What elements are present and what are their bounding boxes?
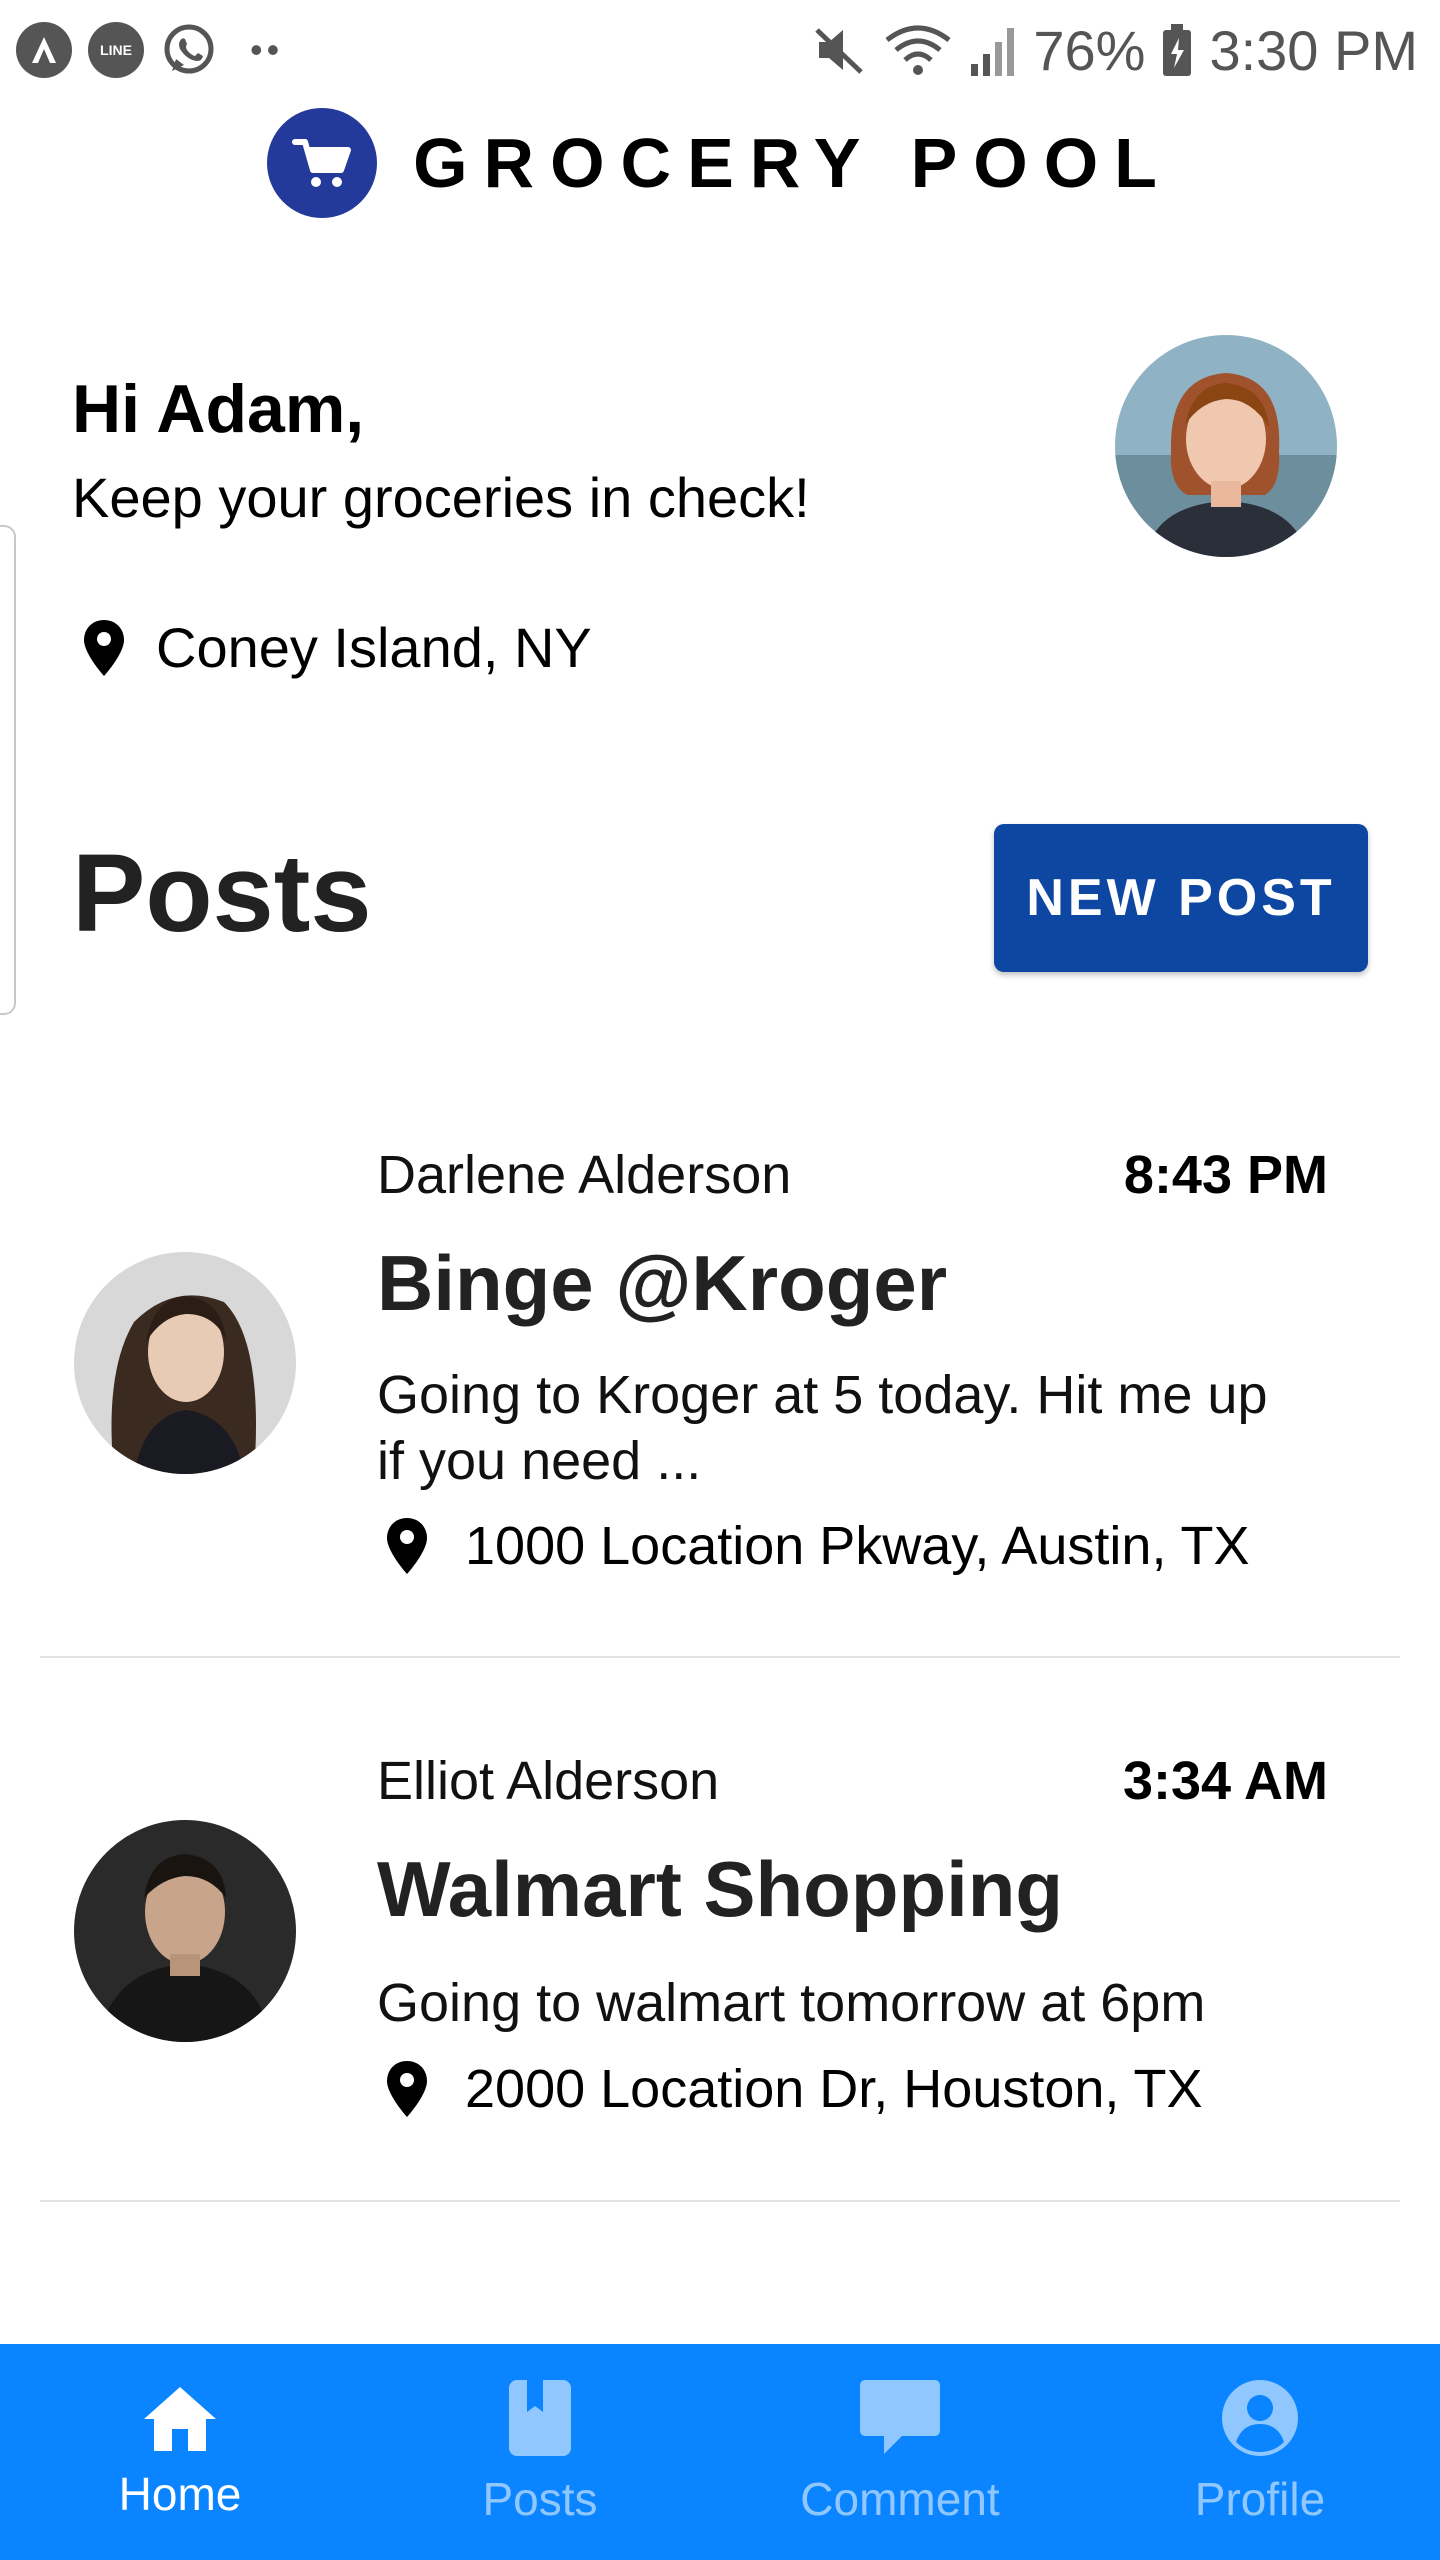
- battery-percent: 76%: [1033, 18, 1146, 82]
- a-icon: [16, 22, 72, 78]
- posts-heading: Posts: [72, 832, 372, 955]
- post-location-text: 2000 Location Dr, Houston, TX: [465, 2059, 1203, 2119]
- bottom-nav: Home Posts Comment Profile: [0, 2344, 1440, 2560]
- bookmark-icon: [507, 2378, 573, 2458]
- line-icon: LINE: [88, 22, 144, 78]
- side-drawer-handle[interactable]: [0, 525, 16, 1015]
- status-right: 76% 3:30 PM: [811, 18, 1418, 83]
- home-icon: [140, 2383, 220, 2453]
- nav-item-home[interactable]: Home: [0, 2344, 360, 2560]
- nav-item-comment[interactable]: Comment: [720, 2344, 1080, 2560]
- post-location-text: 1000 Location Pkway, Austin, TX: [465, 1516, 1250, 1576]
- location-pin-icon: [387, 1518, 427, 1574]
- post-time: 8:43 PM: [1123, 1145, 1328, 1205]
- status-bar: LINE •• 76% 3:30 PM: [0, 0, 1440, 100]
- more-notifications-icon: ••: [250, 29, 284, 70]
- post-body: Going to Kroger at 5 today. Hit me up if…: [377, 1365, 1268, 1491]
- nav-label-profile: Profile: [1194, 2473, 1326, 2525]
- post-author-avatar[interactable]: [74, 1252, 296, 1474]
- post-author-name: Elliot Alderson: [377, 1751, 720, 1811]
- wifi-icon: [883, 22, 953, 78]
- app-header: GROCERY POOL: [0, 98, 1440, 228]
- svg-text:LINE: LINE: [100, 42, 132, 58]
- new-post-button[interactable]: NEW POST: [994, 824, 1368, 972]
- nav-item-posts[interactable]: Posts: [360, 2344, 720, 2560]
- user-location[interactable]: Coney Island, NY: [82, 615, 592, 680]
- nav-label-home: Home: [118, 2468, 242, 2520]
- cart-icon: [267, 108, 378, 218]
- status-time: 3:30 PM: [1209, 18, 1418, 82]
- post-time: 3:34 AM: [1122, 1751, 1328, 1811]
- status-left: LINE ••: [16, 21, 283, 79]
- post-author-name: Darlene Alderson: [377, 1145, 792, 1205]
- post-divider: [40, 2200, 1400, 2202]
- app-screen: LINE •• 76% 3:30 PM GROCERY POOL Hi Adam…: [0, 0, 1440, 2560]
- whatsapp-icon: [160, 21, 218, 79]
- location-pin-icon: [387, 2061, 427, 2117]
- nav-label-comment: Comment: [800, 2473, 1000, 2525]
- user-location-text: Coney Island, NY: [156, 616, 592, 679]
- location-pin-icon: [84, 619, 124, 676]
- profile-icon: [1220, 2378, 1300, 2458]
- post-title: Walmart Shopping: [377, 1845, 1064, 1933]
- post-author-avatar[interactable]: [74, 1820, 296, 2042]
- app-title: GROCERY POOL: [413, 124, 1173, 202]
- mute-icon: [811, 22, 867, 78]
- greeting-title: Hi Adam,: [72, 371, 365, 447]
- post-location: 2000 Location Dr, Houston, TX: [385, 2058, 1202, 2120]
- user-avatar[interactable]: [1115, 335, 1337, 557]
- nav-label-posts: Posts: [482, 2473, 598, 2525]
- post-body: Going to walmart tomorrow at 6pm: [377, 1973, 1206, 2033]
- post-title: Binge @Kroger: [377, 1239, 948, 1327]
- comment-icon: [858, 2378, 942, 2458]
- battery-icon: [1161, 22, 1193, 78]
- nav-item-profile[interactable]: Profile: [1080, 2344, 1440, 2560]
- post-location: 1000 Location Pkway, Austin, TX: [385, 1515, 1249, 1577]
- signal-icon: [969, 22, 1017, 78]
- post-divider: [40, 1656, 1400, 1658]
- greeting-subtitle: Keep your groceries in check!: [72, 466, 810, 529]
